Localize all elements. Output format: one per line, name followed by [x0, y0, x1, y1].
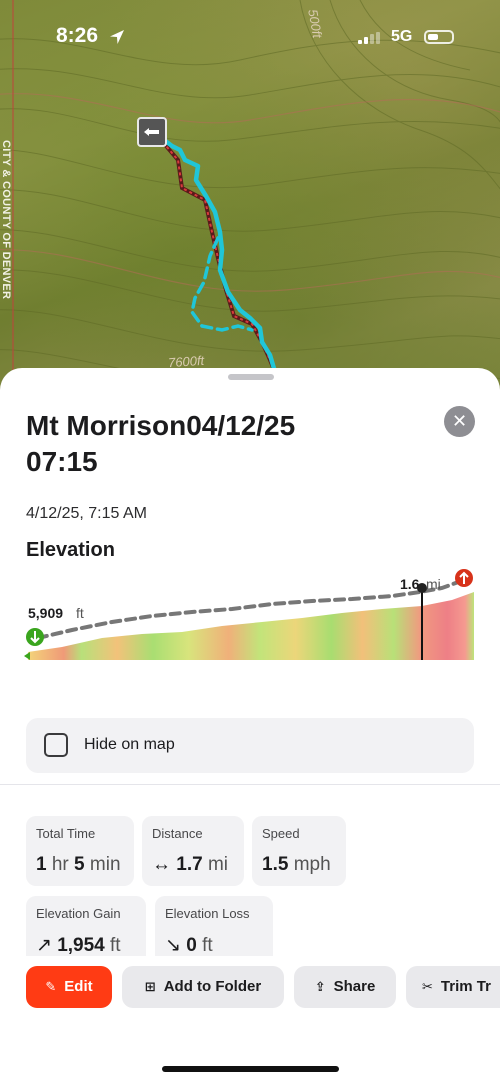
stat-label: Distance [152, 826, 203, 841]
hide-on-map-toggle[interactable]: Hide on map [26, 718, 474, 773]
stats-grid: Total Time 1 hr 5 min Distance ↔ 1.7 mi … [0, 808, 500, 956]
start-elevation-unit: ft [76, 605, 84, 621]
stat-label: Speed [262, 826, 300, 841]
cursor-distance-unit: mi [426, 576, 441, 592]
network-type: 5G [391, 28, 413, 45]
stat-value: ↔ 1.7 mi [152, 854, 229, 875]
stat-label: Total Time [36, 826, 96, 841]
share-button[interactable]: ⇪ Share [294, 966, 396, 1008]
close-button[interactable]: ✕ [444, 406, 475, 437]
stat-value: 1 hr 5 min [36, 854, 121, 875]
share-icon: ⇪ [314, 979, 326, 994]
map-view[interactable]: CITY & COUNTY OF DENVER 7600ft 500ft [0, 0, 500, 400]
stat-elevation-loss: Elevation Loss ↘ 0 ft [155, 896, 273, 956]
stat-value: ↗ 1,954 ft [36, 935, 121, 956]
battery-icon [424, 30, 454, 44]
start-elevation-value: 5,909 [28, 605, 63, 621]
county-label: CITY & COUNTY OF DENVER [0, 140, 12, 300]
elevation-chart[interactable]: 5,909 ft 1.6 mi [22, 568, 478, 700]
track-start-marker[interactable] [137, 117, 167, 147]
close-icon: ✕ [451, 411, 468, 431]
topo-map-layer [0, 0, 500, 400]
hide-on-map-label: Hide on map [84, 736, 175, 753]
distance-arrows-icon: ↔ [152, 854, 171, 875]
stat-total-time: Total Time 1 hr 5 min [26, 816, 134, 886]
status-bar: 8:26 5G [0, 22, 500, 54]
edit-button[interactable]: ✎ Edit [26, 966, 112, 1008]
stat-value: ↘ 0 ft [165, 935, 213, 956]
add-to-folder-button[interactable]: ⊞ Add to Folder [122, 966, 284, 1008]
track-title: Mt Morrison04/12/25 07:15 [26, 410, 296, 477]
location-arrow-icon [110, 30, 124, 44]
trim-button[interactable]: ✂ Trim Tr [406, 966, 500, 1008]
arrow-up-right-icon: ↗ [36, 935, 52, 956]
sheet-grabber[interactable] [228, 374, 274, 380]
hide-on-map-checkbox[interactable] [44, 733, 68, 757]
stat-label: Elevation Gain [36, 906, 121, 921]
pencil-icon: ✎ [45, 979, 57, 994]
stat-label: Elevation Loss [165, 906, 250, 921]
folder-plus-icon: ⊞ [144, 979, 156, 994]
divider [0, 784, 500, 785]
track-date: 4/12/25, 7:15 AM [26, 505, 147, 522]
elevation-heading: Elevation [26, 539, 115, 561]
home-indicator [162, 1066, 339, 1072]
arrow-down-right-icon: ↘ [165, 935, 181, 956]
cellular-signal-icon [358, 32, 380, 44]
stat-speed: Speed 1.5 mph [252, 816, 346, 886]
stat-elevation-gain: Elevation Gain ↗ 1,954 ft [26, 896, 146, 956]
cursor-distance-value: 1.6 [400, 576, 420, 592]
stat-value: 1.5 mph [262, 854, 331, 875]
stat-distance: Distance ↔ 1.7 mi [142, 816, 244, 886]
status-time: 8:26 [56, 24, 99, 47]
start-flag-icon [144, 128, 159, 136]
scissors-icon: ✂ [422, 979, 433, 994]
